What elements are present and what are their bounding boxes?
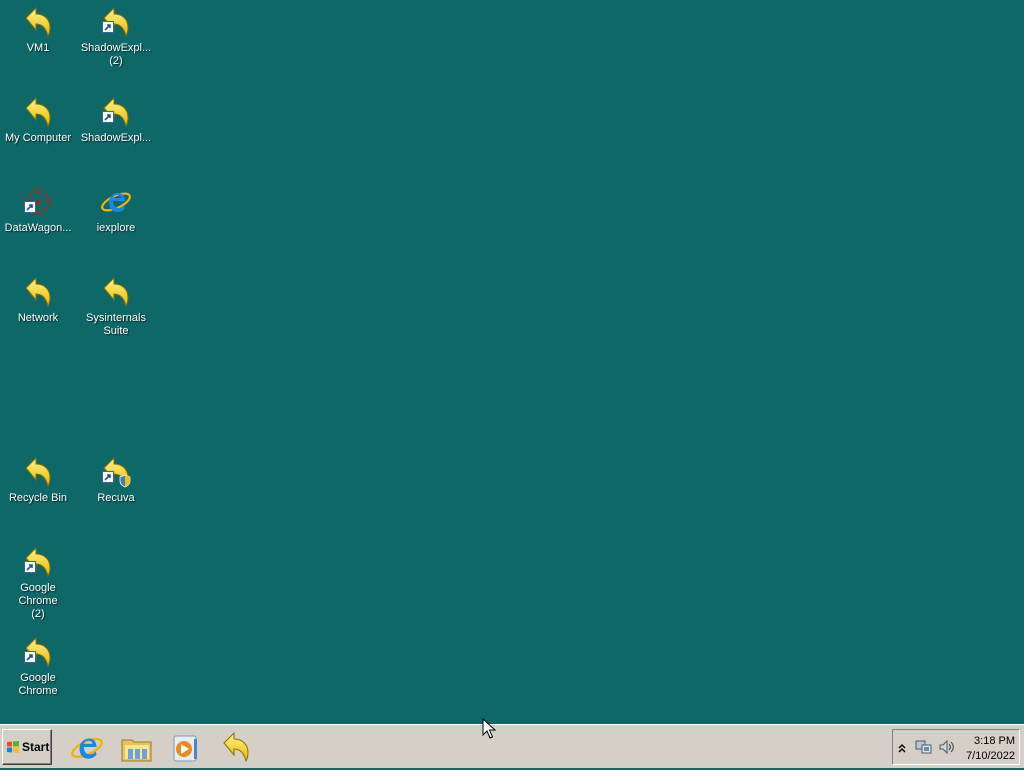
desktop-icon-iexplore[interactable]: iexplore (78, 186, 154, 235)
network-icon[interactable] (915, 739, 933, 760)
windows-logo-icon (7, 741, 19, 753)
desktop-icon-my-computer[interactable]: My Computer (0, 96, 76, 145)
shortcut-arrow-icon (100, 276, 132, 308)
desktop-icon-sysinternals-suite[interactable]: Sysinternals Suite (78, 276, 154, 338)
desktop-icon-label: ShadowExpl... (80, 132, 152, 144)
start-button[interactable]: Start (2, 729, 52, 765)
shortcut-arrow-icon (100, 456, 132, 488)
desktop-icon-google-chrome[interactable]: Google Chrome (0, 636, 76, 698)
desktop-icon-label: My Computer (4, 132, 72, 144)
notification-area: 3:18 PM 7/10/2022 (892, 729, 1020, 765)
desktop-icon-label: Google Chrome (18, 672, 58, 697)
desktop-icon-label: VM1 (26, 42, 50, 54)
clock-time: 3:18 PM (974, 735, 1015, 747)
desktop-icon-label: Recycle Bin (8, 492, 68, 504)
desktop-icon-recycle-bin[interactable]: Recycle Bin (0, 456, 76, 505)
desktop-icon-google-chrome-2[interactable]: Google Chrome (2) (0, 546, 76, 621)
desktop-icon-shadowexplorer-2[interactable]: ShadowExpl... (2) (78, 6, 154, 68)
desktop-icon-label: Recuva (97, 492, 135, 504)
shortcut-overlay-icon (24, 201, 36, 213)
desktop-icon-shadowexplorer[interactable]: ShadowExpl... (78, 96, 154, 145)
media-player-icon[interactable] (168, 731, 202, 765)
clock-date: 7/10/2022 (966, 750, 1015, 762)
shortcut-arrow-icon (22, 6, 54, 38)
volume-icon[interactable] (938, 739, 956, 760)
taskbar: Start 3:18 PM 7/10/2022 (0, 724, 1024, 768)
desktop-icon-datawagon[interactable]: DataWagon... (0, 186, 76, 235)
desktop-icon-label: Sysinternals Suite (86, 312, 146, 337)
shortcut-overlay-icon (24, 561, 36, 573)
desktop-icon-recuva[interactable]: Recuva (78, 456, 154, 505)
mouse-pointer-icon (482, 718, 496, 739)
shortcut-overlay-icon (102, 471, 114, 483)
shortcut-arrow-icon (22, 276, 54, 308)
shortcut-arrow-icon (22, 96, 54, 128)
desktop-icon-network[interactable]: Network (0, 276, 76, 325)
start-label: Start (22, 740, 50, 754)
shortcut-arrow-icon[interactable] (220, 731, 254, 765)
desktop-icon-label: iexplore (96, 222, 136, 234)
shortcut-arrow-icon (22, 636, 54, 668)
shortcut-overlay-icon (102, 21, 114, 33)
shortcut-overlay-icon (24, 651, 36, 663)
system-clock[interactable]: 3:18 PM 7/10/2022 (966, 734, 1015, 764)
shortcut-arrow-icon (22, 456, 54, 488)
show-hidden-icons-chevron[interactable] (897, 741, 907, 759)
internet-explorer-icon[interactable] (70, 731, 104, 765)
internet-explorer-icon (100, 186, 132, 218)
shortcut-arrow-icon (100, 6, 132, 38)
shortcut-arrow-icon (22, 546, 54, 578)
windows-explorer-icon[interactable] (120, 731, 154, 765)
desktop-icon-label: Google Chrome (2) (18, 582, 58, 620)
desktop-icon-vm1[interactable]: VM1 (0, 6, 76, 55)
desktop: VM1 My Computer DataWagon... Network Rec… (0, 0, 1024, 724)
uac-shield-icon (119, 474, 131, 488)
desktop-icon-label: DataWagon... (4, 222, 72, 234)
desktop-icon-label: ShadowExpl... (2) (80, 42, 152, 67)
shortcut-arrow-icon (100, 96, 132, 128)
shortcut-overlay-icon (102, 111, 114, 123)
desktop-icon-label: Network (17, 312, 59, 324)
datawagon-icon (22, 186, 54, 218)
